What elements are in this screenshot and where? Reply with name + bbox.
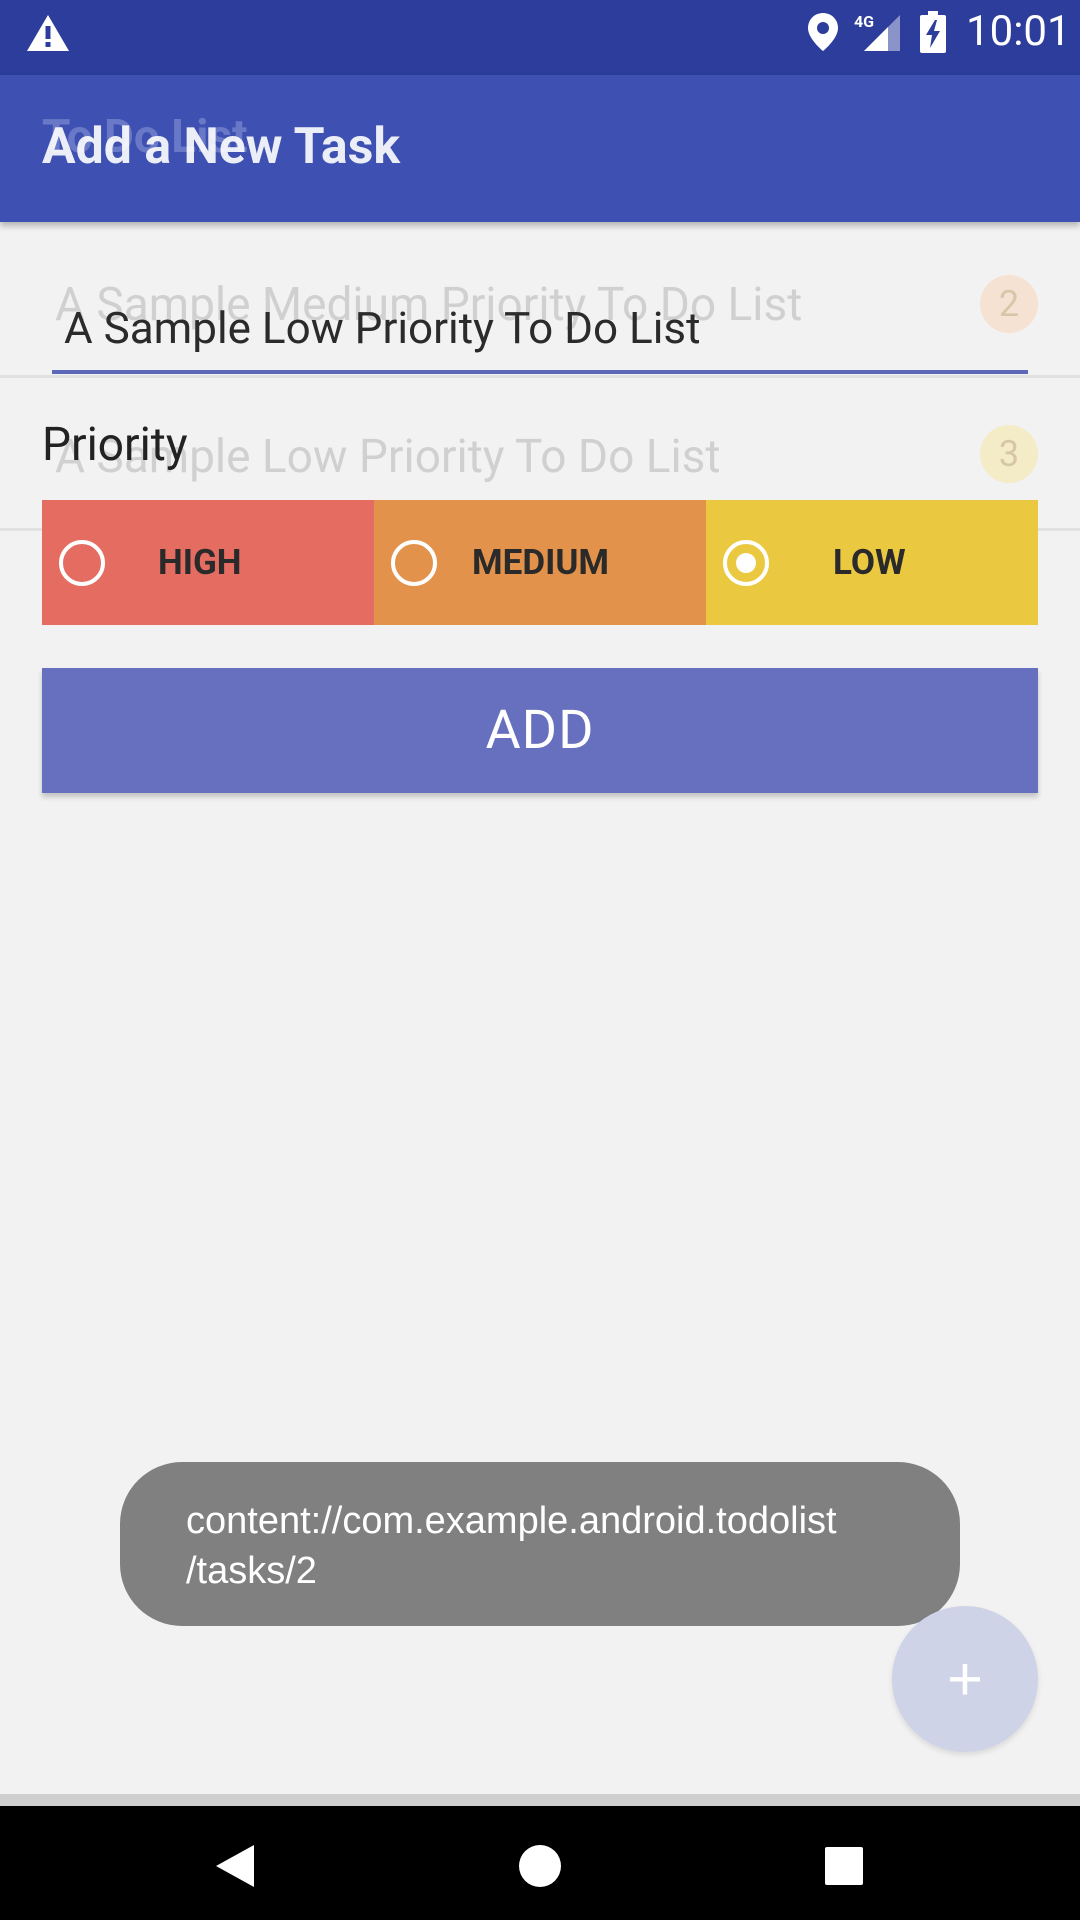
location-icon xyxy=(808,13,838,51)
clock: 10:01 xyxy=(966,7,1071,56)
back-button[interactable] xyxy=(195,1826,275,1906)
recents-icon xyxy=(825,1847,863,1885)
priority-medium-option[interactable]: MEDIUM xyxy=(374,500,706,625)
plus-icon: + xyxy=(946,1645,984,1714)
warning-icon xyxy=(27,15,69,51)
back-icon xyxy=(216,1845,254,1887)
battery-charging-icon xyxy=(920,11,946,53)
radio-button-low[interactable] xyxy=(723,539,769,586)
priority-medium-label: MEDIUM xyxy=(472,542,610,583)
radio-button-high[interactable] xyxy=(59,539,105,586)
priority-low-label: LOW xyxy=(833,542,906,583)
signal-icon xyxy=(864,15,900,51)
add-button[interactable]: ADD xyxy=(42,668,1038,793)
priority-label: Priority xyxy=(42,418,188,472)
bottom-divider xyxy=(0,1794,1080,1806)
priority-low-option[interactable]: LOW xyxy=(706,500,1038,625)
add-task-fab[interactable]: + xyxy=(892,1606,1038,1752)
priority-high-label: HIGH xyxy=(158,542,242,583)
toast-line-2: /tasks/2 xyxy=(186,1550,317,1592)
toast-message: content://com.example.android.todolist /… xyxy=(120,1462,960,1626)
radio-button-medium[interactable] xyxy=(391,539,437,586)
task-description-input[interactable] xyxy=(52,286,1028,374)
recents-button[interactable] xyxy=(804,1826,884,1906)
status-bar xyxy=(0,0,1080,75)
page-title: Add a New Task xyxy=(42,118,401,176)
priority-high-option[interactable]: HIGH xyxy=(42,500,374,625)
background-list-item-badge: 3 xyxy=(980,425,1038,483)
toast-line-1: content://com.example.android.todolist xyxy=(186,1500,837,1542)
home-icon xyxy=(519,1845,561,1887)
home-button[interactable] xyxy=(500,1826,580,1906)
